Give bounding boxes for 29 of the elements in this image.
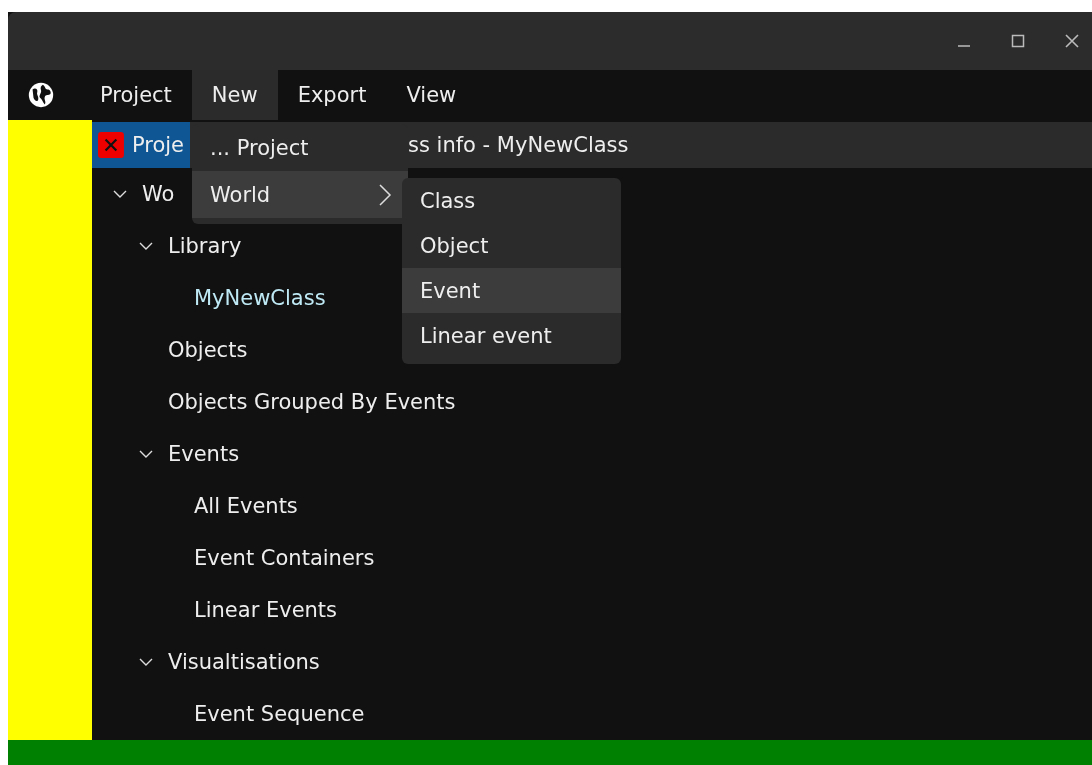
menu-item[interactable]: View <box>386 70 477 120</box>
tab-label: Proje <box>131 133 184 157</box>
tree-item[interactable]: Event Containers <box>194 546 375 570</box>
menu-item[interactable]: Export <box>277 70 387 120</box>
globe-icon[interactable] <box>26 80 56 110</box>
close-icon[interactable] <box>98 132 124 158</box>
tab-label: ss info - MyNewClass <box>408 133 629 157</box>
tree-item[interactable]: Objects <box>168 338 248 362</box>
tab[interactable]: Proje <box>92 122 190 168</box>
close-icon[interactable] <box>1064 33 1080 49</box>
menu-item-label: ... Project <box>210 135 309 160</box>
tree-item[interactable]: Events <box>168 442 240 466</box>
tree-item[interactable]: Wo <box>142 182 175 206</box>
menu-item[interactable]: Object <box>402 223 621 268</box>
menu-item[interactable]: New <box>191 70 278 120</box>
tree-item[interactable]: All Events <box>194 494 298 518</box>
tree-item[interactable]: MyNewClass <box>194 286 326 310</box>
menu-item-label: World <box>210 182 271 207</box>
menu-item[interactable]: Linear event <box>402 313 621 358</box>
tree-item[interactable]: Visualtisations <box>168 650 320 674</box>
tree-item[interactable]: Linear Events <box>194 598 338 622</box>
menu-item[interactable]: Event <box>402 268 621 313</box>
maximize-icon[interactable] <box>1010 33 1026 49</box>
tree-item[interactable]: Event Sequence <box>194 702 365 726</box>
menu-item[interactable]: ... Project <box>192 124 408 171</box>
tree-item[interactable]: Objects Grouped By Events <box>168 390 456 414</box>
menu-item[interactable]: Project <box>80 70 192 120</box>
menu-item[interactable]: World <box>192 171 408 218</box>
tree-item[interactable]: Library <box>168 234 242 258</box>
